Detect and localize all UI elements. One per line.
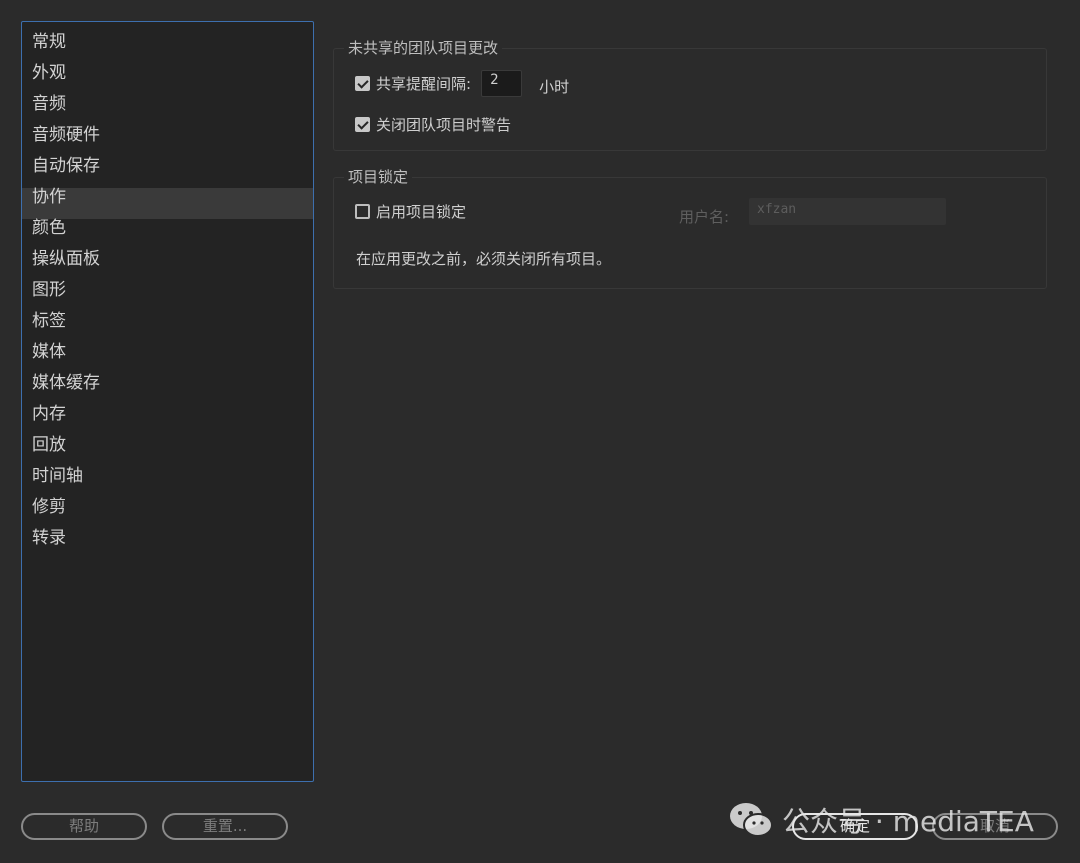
category-item-trim[interactable]: 修剪 <box>22 498 313 529</box>
category-list[interactable]: 常规 外观 音频 音频硬件 自动保存 协作 颜色 操纵面板 图形 标签 媒体 媒… <box>21 21 314 782</box>
reset-button[interactable]: 重置... <box>162 813 288 840</box>
enable-lock-row: 启用项目锁定 <box>355 200 466 222</box>
warn-on-close-label[interactable]: 关闭团队项目时警告 <box>376 114 511 135</box>
warn-on-close-checkbox[interactable] <box>355 116 370 132</box>
ok-button[interactable]: 确定 <box>792 813 918 840</box>
category-item-auto-save[interactable]: 自动保存 <box>22 157 313 188</box>
preferences-dialog: 常规 外观 音频 音频硬件 自动保存 协作 颜色 操纵面板 图形 标签 媒体 媒… <box>0 0 1080 863</box>
enable-lock-checkbox[interactable] <box>355 203 370 219</box>
category-item-collaboration[interactable]: 协作 <box>22 188 313 219</box>
category-item-timeline[interactable]: 时间轴 <box>22 467 313 498</box>
project-lock-title: 项目锁定 <box>344 168 413 186</box>
category-item-labels[interactable]: 标签 <box>22 312 313 343</box>
category-item-appearance[interactable]: 外观 <box>22 64 313 95</box>
wechat-icon <box>730 803 773 837</box>
reminder-interval-input[interactable] <box>481 69 523 97</box>
project-lock-group: 项目锁定 <box>333 168 1047 289</box>
category-item-audio-hardware[interactable]: 音频硬件 <box>22 126 313 157</box>
category-item-control-surface[interactable]: 操纵面板 <box>22 250 313 281</box>
category-item-general[interactable]: 常规 <box>22 33 313 64</box>
category-item-playback[interactable]: 回放 <box>22 436 313 467</box>
help-button[interactable]: 帮助 <box>21 813 147 840</box>
category-item-graphics[interactable]: 图形 <box>22 281 313 312</box>
share-reminder-row: 共享提醒间隔: 小时 <box>355 69 569 97</box>
warn-on-close-row: 关闭团队项目时警告 <box>355 114 511 134</box>
category-item-audio[interactable]: 音频 <box>22 95 313 126</box>
category-item-transcription[interactable]: 转录 <box>22 529 313 560</box>
enable-lock-label[interactable]: 启用项目锁定 <box>376 201 466 222</box>
category-item-media[interactable]: 媒体 <box>22 343 313 374</box>
username-input[interactable] <box>749 198 946 225</box>
unshared-changes-title: 未共享的团队项目更改 <box>344 39 503 57</box>
category-item-media-cache[interactable]: 媒体缓存 <box>22 374 313 405</box>
lock-note: 在应用更改之前，必须关闭所有项目。 <box>356 250 612 268</box>
category-item-color[interactable]: 颜色 <box>22 219 313 250</box>
interval-unit-label: 小时 <box>539 77 570 96</box>
share-reminder-checkbox[interactable] <box>355 75 370 91</box>
category-item-memory[interactable]: 内存 <box>22 405 313 436</box>
share-reminder-label[interactable]: 共享提醒间隔: <box>376 73 471 94</box>
username-label: 用户名: <box>679 208 730 226</box>
cancel-button[interactable]: 取消 <box>932 813 1058 840</box>
unshared-changes-group: 未共享的团队项目更改 <box>333 39 1047 151</box>
